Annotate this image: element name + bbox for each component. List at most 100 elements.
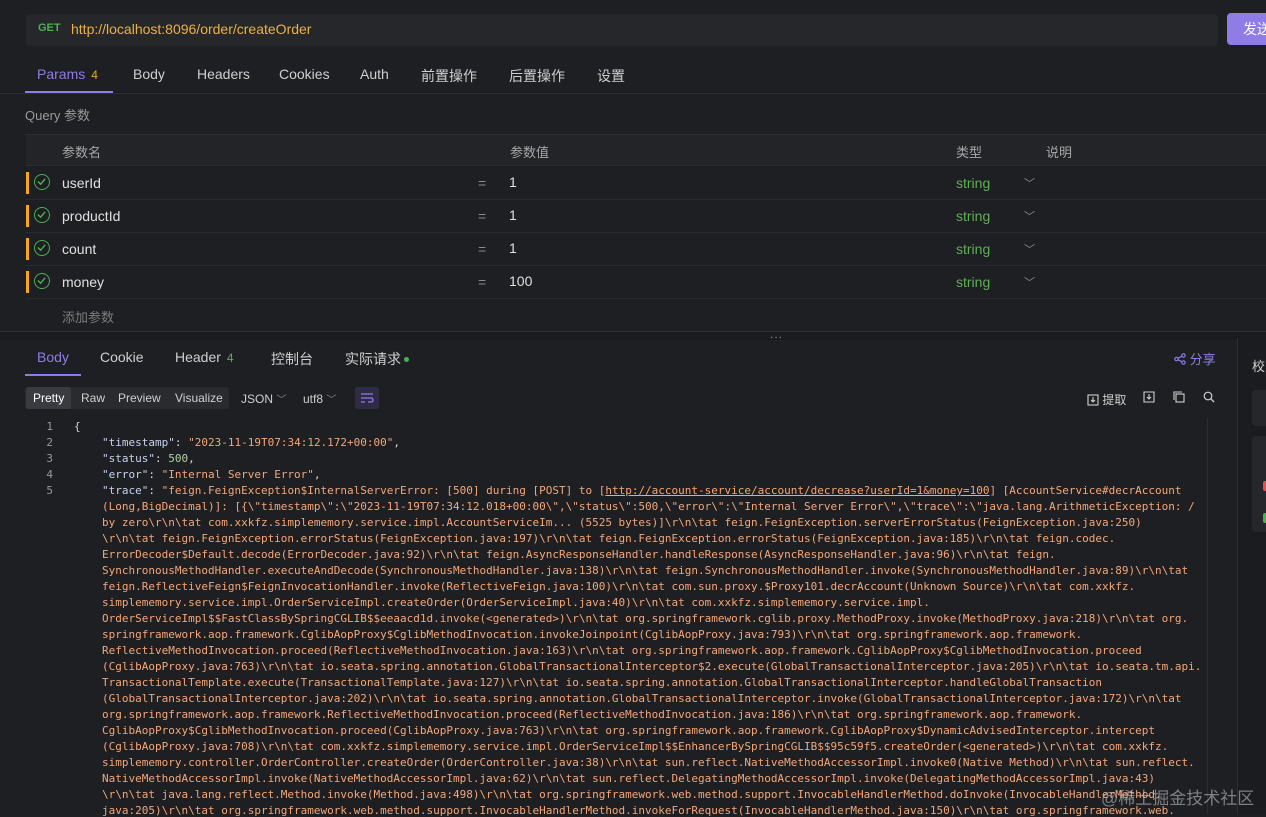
equals-sign: = [478, 274, 487, 290]
watermark: @稀土掘金技术社区 [1101, 789, 1255, 808]
share-icon [1174, 353, 1186, 365]
download-button[interactable] [1143, 391, 1155, 406]
panel-splitter[interactable] [0, 331, 1266, 340]
tab-params[interactable]: Params 4 [37, 66, 98, 82]
method-selector[interactable]: GET [38, 22, 61, 34]
param-row[interactable]: productId = 1 string ﹀ [26, 199, 1266, 233]
param-type[interactable]: string [956, 241, 990, 257]
code-line: (GlobalTransactionalInterceptor.java:202… [102, 692, 1182, 705]
param-name[interactable]: money [62, 274, 104, 290]
check-circle-icon[interactable] [34, 207, 50, 223]
tab-actual-request[interactable]: 实际请求 [345, 349, 409, 369]
tab-post-request[interactable]: 后置操作 [509, 66, 565, 86]
tab-response-body[interactable]: Body [37, 349, 69, 365]
chevron-down-icon: ﹀ [326, 395, 337, 406]
check-circle-icon[interactable] [34, 240, 50, 256]
tab-headers[interactable]: Headers [197, 66, 250, 82]
param-row[interactable]: userId = 1 string ﹀ [26, 166, 1266, 200]
param-name[interactable]: count [62, 241, 96, 257]
chevron-down-icon: ﹀ [276, 395, 287, 406]
param-row[interactable]: money = 100 string ﹀ [26, 265, 1266, 299]
param-value[interactable]: 1 [509, 240, 517, 256]
params-table-header: 参数名 参数值 类型 说明 [26, 134, 1266, 166]
param-type[interactable]: string [956, 175, 990, 191]
header-count-badge: 4 [226, 351, 234, 365]
side-panel-card[interactable] [1252, 390, 1266, 426]
add-param-input[interactable]: 添加参数 [62, 307, 114, 326]
code-line: "timestamp": "2023-11-19T07:34:12.172+00… [102, 436, 401, 449]
code-line: { [74, 420, 81, 433]
line-number: 4 [46, 468, 53, 481]
view-preview[interactable]: Preview [111, 387, 168, 409]
code-line: by zero\r\n\tat com.xxkfz.simplememory.s… [102, 516, 1142, 529]
check-circle-icon[interactable] [34, 273, 50, 289]
param-value[interactable]: 100 [509, 273, 532, 289]
param-type[interactable]: string [956, 208, 990, 224]
url-input[interactable] [71, 21, 371, 37]
side-panel-label[interactable]: 校 [1252, 356, 1265, 375]
col-type: 类型 [956, 145, 983, 160]
equals-sign: = [478, 208, 487, 224]
view-visualize[interactable]: Visualize [168, 387, 230, 409]
trace-url-link[interactable]: http://account-service/account/decrease?… [605, 484, 989, 497]
extract-button[interactable]: 提取 [1087, 391, 1126, 408]
wrap-toggle-button[interactable] [355, 387, 379, 409]
tab-settings[interactable]: 设置 [597, 66, 625, 86]
code-line: feign.ReflectiveFeign$FeignInvocationHan… [102, 580, 1136, 593]
chevron-down-icon[interactable]: ﹀ [1024, 274, 1035, 290]
param-row-marker [26, 172, 29, 194]
code-line: ErrorDecoder$Default.decode(ErrorDecoder… [102, 548, 1056, 561]
param-type[interactable]: string [956, 274, 990, 290]
extract-icon [1087, 394, 1099, 406]
code-line: "trace": "feign.FeignException$InternalS… [102, 484, 1182, 497]
encoding-select[interactable]: utf8 ﹀ [303, 391, 336, 406]
param-value[interactable]: 1 [509, 174, 517, 190]
code-line: simplememory.controller.OrderController.… [102, 756, 1195, 769]
code-line: (Long,BigDecimal)]: [{\"timestamp\":\"20… [102, 500, 1195, 513]
code-line: ReflectiveMethodInvocation.proceed(Refle… [102, 644, 1142, 657]
code-line: java:205)\r\n\tat org.springframework.we… [102, 804, 1175, 817]
format-select[interactable]: JSON ﹀ [241, 391, 286, 406]
view-raw[interactable]: Raw [74, 387, 112, 409]
equals-sign: = [478, 241, 487, 257]
tab-pre-request[interactable]: 前置操作 [421, 66, 477, 86]
chevron-down-icon[interactable]: ﹀ [1024, 175, 1035, 191]
tab-body[interactable]: Body [133, 66, 165, 82]
tab-console[interactable]: 控制台 [271, 349, 313, 369]
code-line: springframework.aop.framework.CglibAopPr… [102, 628, 1083, 641]
tab-cookies[interactable]: Cookies [279, 66, 330, 82]
view-mode-switch: Pretty Raw Preview Visualize [25, 387, 229, 409]
param-name[interactable]: userId [62, 175, 101, 191]
tab-response-header[interactable]: Header 4 [175, 349, 234, 365]
share-button[interactable]: 分享 [1174, 349, 1216, 368]
splitter-handle[interactable]: ... [770, 327, 783, 341]
code-line: (CglibAopProxy.java:708)\r\n\tat com.xxk… [102, 740, 1169, 753]
search-icon [1203, 391, 1215, 403]
tab-response-cookie[interactable]: Cookie [100, 349, 144, 365]
search-button[interactable] [1203, 391, 1215, 406]
request-tabs: Params 4 Body Headers Cookies Auth 前置操作 后… [0, 60, 1266, 94]
url-bar[interactable]: GET [26, 14, 1218, 46]
code-line: simplememory.service.impl.OrderServiceIm… [102, 596, 930, 609]
copy-button[interactable] [1173, 391, 1185, 406]
line-number: 3 [46, 452, 53, 465]
code-line: TransactionalTemplate.execute(Transactio… [102, 676, 1103, 689]
param-name[interactable]: productId [62, 208, 120, 224]
code-scrollbar[interactable] [1207, 418, 1220, 814]
tab-auth[interactable]: Auth [360, 66, 389, 82]
send-button[interactable]: 发送 [1227, 13, 1266, 45]
param-value[interactable]: 1 [509, 207, 517, 223]
response-code-view[interactable]: 1 2 3 4 5 { "timestamp": "2023-11-19T07:… [0, 418, 1220, 817]
chevron-down-icon[interactable]: ﹀ [1024, 208, 1035, 224]
code-line: \r\n\tat feign.FeignException.errorStatu… [102, 532, 1116, 545]
code-line: \r\n\tat java.lang.reflect.Method.invoke… [102, 788, 1162, 801]
check-circle-icon[interactable] [34, 174, 50, 190]
view-pretty[interactable]: Pretty [26, 387, 72, 409]
line-number: 5 [46, 484, 53, 497]
equals-sign: = [478, 175, 487, 191]
code-line: OrderServiceImpl$$FastClassBySpringCGLIB… [102, 612, 1189, 625]
col-description: 说明 [1046, 145, 1073, 160]
copy-icon [1173, 391, 1185, 403]
param-row[interactable]: count = 1 string ﹀ [26, 232, 1266, 266]
chevron-down-icon[interactable]: ﹀ [1024, 241, 1035, 257]
